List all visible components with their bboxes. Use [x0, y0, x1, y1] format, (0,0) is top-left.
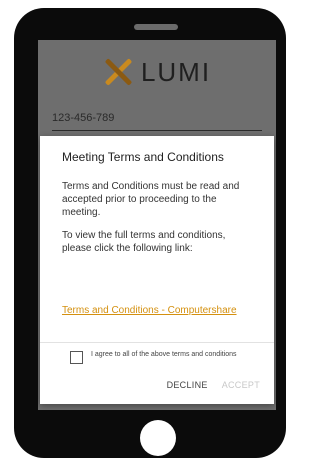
- decline-button[interactable]: DECLINE: [167, 380, 208, 390]
- agree-label: I agree to all of the above terms and co…: [91, 351, 237, 358]
- terms-dialog: Meeting Terms and Conditions Terms and C…: [40, 136, 274, 404]
- terms-intro-text: Terms and Conditions must be read and ac…: [62, 181, 240, 218]
- app-logo: LUMI: [38, 40, 276, 104]
- accept-button[interactable]: ACCEPT: [222, 380, 260, 390]
- meeting-id-field[interactable]: 123-456-789: [52, 112, 262, 131]
- dialog-body: Terms and Conditions must be read and ac…: [62, 180, 252, 265]
- logo-text: LUMI: [140, 56, 212, 87]
- terms-link[interactable]: Terms and Conditions - Computershare: [62, 304, 242, 317]
- dialog-actions: DECLINE ACCEPT: [167, 380, 260, 390]
- lumi-logo-icon: [103, 57, 133, 87]
- divider: [40, 342, 274, 343]
- agree-row[interactable]: I agree to all of the above terms and co…: [70, 350, 260, 364]
- phone-screen: LUMI 123-456-789 Meeting Terms and Condi…: [38, 40, 276, 410]
- agree-checkbox[interactable]: [70, 351, 83, 364]
- phone-device: LUMI 123-456-789 Meeting Terms and Condi…: [14, 8, 286, 458]
- dialog-title: Meeting Terms and Conditions: [62, 150, 224, 164]
- home-button[interactable]: [140, 420, 176, 456]
- terms-link-intro-text: To view the full terms and conditions, p…: [62, 230, 226, 254]
- speaker-slot: [134, 24, 178, 30]
